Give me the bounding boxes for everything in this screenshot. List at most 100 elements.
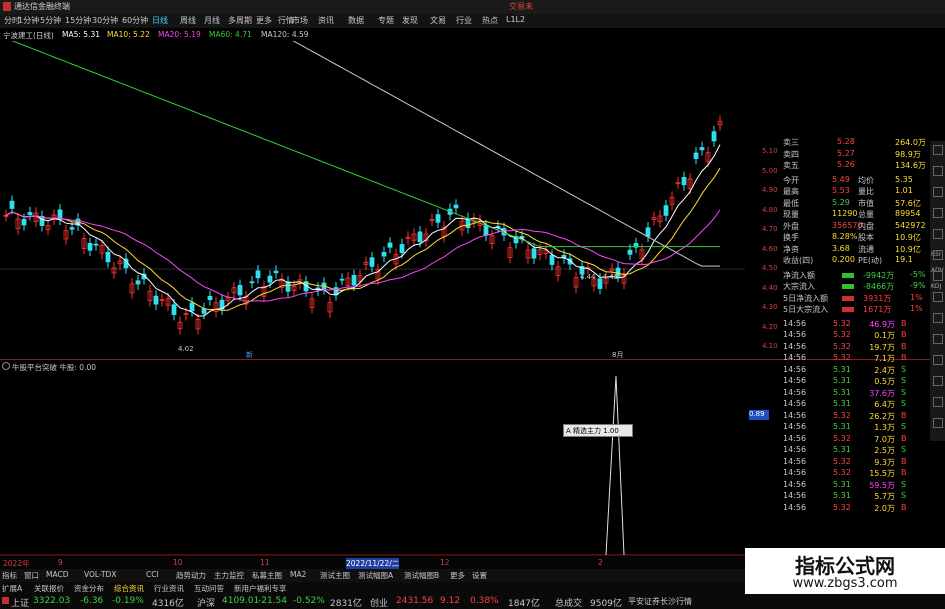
indicator-signal-line (605, 375, 625, 556)
indicator-title: 牛股平台突破 牛股: 0.00 (12, 363, 96, 372)
indicator-chart[interactable] (0, 374, 745, 557)
candle (549, 255, 555, 265)
candle (285, 281, 291, 292)
menu-item[interactable]: 文易 (430, 15, 446, 26)
stat-value: 5.49 (832, 174, 850, 184)
side-tool-icon[interactable] (933, 250, 943, 260)
tick-time: 14:56 (783, 364, 807, 374)
indicator-tab[interactable]: 趋势动力 (176, 570, 206, 581)
tick-price: 5.31 (833, 376, 851, 385)
cy-value: 2431.56 (396, 596, 434, 606)
indicator-tab[interactable]: 指标 (2, 570, 17, 581)
menu-item[interactable]: 发现 (402, 15, 418, 26)
indicator-settings-icon[interactable] (2, 362, 10, 370)
broker-name[interactable]: 平安证券长沙行情 (628, 596, 692, 607)
menu-item[interactable]: 5分钟 (40, 15, 61, 26)
indicator-tab[interactable]: 测试幅图B (404, 570, 439, 581)
tick-price: 5.32 (833, 456, 851, 466)
indicator-tab[interactable]: 测试幅图A (358, 570, 393, 581)
menu-item[interactable]: L1L2 (506, 15, 525, 24)
side-tool-icon[interactable] (933, 271, 943, 281)
indicator-tab[interactable]: MA2 (290, 570, 306, 579)
side-tool-icon[interactable] (933, 292, 943, 302)
tick-price: 5.32 (833, 330, 851, 339)
side-tool-icon[interactable] (933, 313, 943, 323)
stock-name[interactable]: 宁波建工(日线) (3, 30, 54, 41)
stat-row: 最低 5.29 市值 57.6亿 (745, 198, 930, 210)
tick-price: 5.31 (833, 422, 851, 431)
menu-item[interactable]: 数据 (348, 15, 364, 26)
flow-row: 大宗流入 -8466万 -9% (745, 281, 930, 293)
stat-value: 1.01 (895, 186, 913, 195)
side-tool-icon[interactable] (933, 397, 943, 407)
side-tool-icon[interactable] (933, 187, 943, 197)
indicator-tab[interactable]: 私募主图 (252, 570, 282, 581)
menu-item[interactable]: 行业 (456, 15, 472, 26)
sh-name[interactable]: 上证 (11, 596, 29, 609)
stat-label: 市值 (858, 198, 874, 208)
menu-item[interactable]: 日线 (152, 15, 168, 26)
tick-time: 14:56 (783, 479, 807, 489)
indicator-tab[interactable]: 测试主图 (320, 570, 350, 581)
menu-item[interactable]: 更多 (256, 15, 272, 26)
ma-label: MA5: 5.31 (62, 30, 100, 39)
expand-item[interactable]: 行业资讯 (154, 583, 184, 594)
ask-volume: 98.9万 (895, 149, 921, 159)
flow-value: -8466万 (863, 282, 895, 291)
expand-item[interactable]: 扩展A (2, 583, 22, 594)
tick-volume: 59.5万 (869, 480, 895, 490)
side-tool-icon[interactable] (933, 229, 943, 239)
stat-value: 5.53 (832, 186, 850, 195)
side-tool-icon[interactable] (933, 145, 943, 155)
side-tool-icon[interactable] (933, 355, 943, 365)
indicator-tab[interactable]: 窗口 (24, 570, 39, 581)
candlestick-chart[interactable]: 4.02 4.44 - 4.45 新 8月 (0, 41, 745, 359)
menu-item[interactable]: 15分钟 (65, 15, 91, 26)
side-tool-icon[interactable] (933, 208, 943, 218)
indicator-tab[interactable]: VOL-TDX (84, 570, 116, 579)
side-tool-icon[interactable] (933, 334, 943, 344)
tick-row: 14:56 5.32 2.0万 B (745, 503, 930, 515)
side-tool-icon[interactable] (933, 166, 943, 176)
tick-row: 14:56 5.31 0.5万 S (745, 376, 930, 388)
menu-item[interactable]: 1分钟 (18, 15, 39, 26)
menu-item[interactable]: 60分钟 (122, 15, 148, 26)
indicator-tab[interactable]: 设置 (472, 570, 487, 581)
menu-item[interactable]: 专题 (378, 15, 394, 26)
side-tool-icon[interactable]: KDJ (931, 283, 941, 290)
menu-item[interactable]: 多周期 (228, 15, 252, 26)
menu-item[interactable]: 热点 (482, 15, 498, 26)
expand-item[interactable]: 关联报价 (34, 583, 64, 594)
menu-item[interactable]: 30分钟 (92, 15, 118, 26)
indicator-tab[interactable]: MACD (46, 570, 68, 579)
expand-item[interactable]: 资金分布 (74, 583, 104, 594)
marker-label: 新 (246, 350, 253, 359)
side-tool-icon[interactable] (933, 418, 943, 428)
menu-item[interactable]: 市场 (292, 15, 308, 26)
menu-item[interactable]: 周线 (180, 15, 196, 26)
ask-price: 5.26 (837, 160, 855, 169)
trade-label[interactable]: 交易未 (509, 1, 533, 12)
tick-volume: 46.9万 (869, 319, 895, 329)
menu-bar: 分时 1分钟 5分钟 15分钟 30分钟 60分钟 日线 周线 月线 多周期 更多 行情 市场 资讯 数据专… (0, 14, 945, 28)
tick-direction: B (901, 318, 907, 328)
indicator-tab[interactable]: 更多 (450, 570, 465, 581)
expand-item[interactable]: 互动问答 (194, 583, 224, 594)
hs-pct: -0.52% (293, 596, 325, 606)
expand-item[interactable]: 新用户福利专享 (234, 583, 287, 594)
tick-volume: 0.1万 (874, 331, 895, 340)
hs-name[interactable]: 沪深 (197, 596, 215, 609)
stat-value: 3.68 (832, 243, 850, 253)
tick-row: 14:56 5.31 37.6万 S (745, 388, 930, 400)
menu-item[interactable]: 月线 (204, 15, 220, 26)
time-tick: 11 (260, 558, 270, 567)
tick-price: 5.32 (833, 341, 851, 351)
stat-value: 19.1 (895, 255, 913, 264)
menu-item[interactable]: 资讯 (318, 15, 334, 26)
indicator-tab[interactable]: CCI (146, 570, 159, 579)
tick-volume: 0.5万 (874, 377, 895, 386)
side-tool-icon[interactable] (933, 376, 943, 386)
expand-item[interactable]: 综合资讯 (114, 583, 144, 594)
indicator-tab[interactable]: 主力监控 (214, 570, 244, 581)
cy-name[interactable]: 创业 (370, 596, 388, 609)
